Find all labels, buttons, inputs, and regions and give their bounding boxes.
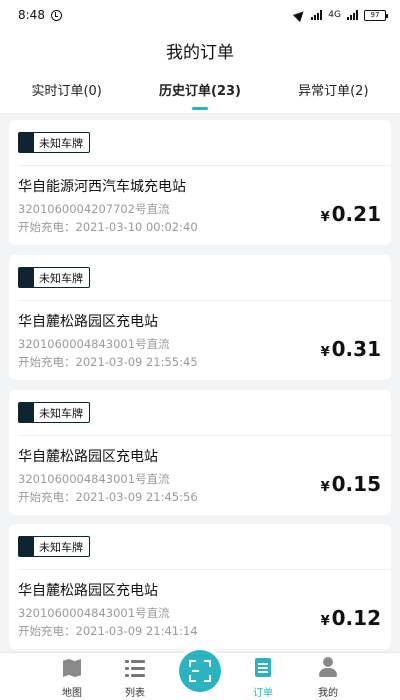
nav-label-list: 列表 <box>125 688 145 699</box>
amount-value: 0.15 <box>331 472 381 496</box>
scan-button[interactable] <box>179 650 221 692</box>
plate-color-swatch <box>19 133 34 152</box>
start-time: 开始充电：2021-03-09 21:41:14 <box>18 624 198 638</box>
pile-code: 3201060004843001号直流 <box>18 472 170 486</box>
order-amount: ¥0.21 <box>321 202 381 226</box>
plate-tag: 未知车牌 <box>18 402 90 423</box>
order-card[interactable]: 未知车牌 华自麓松路园区充电站 3201060004843001号直流 开始充电… <box>9 524 391 649</box>
start-time: 开始充电：2021-03-09 21:55:45 <box>18 355 198 369</box>
currency-symbol: ¥ <box>320 345 330 360</box>
plate-color-swatch <box>19 268 34 287</box>
order-amount: ¥0.12 <box>321 606 381 630</box>
plate-color-swatch <box>19 537 34 556</box>
location-icon <box>293 7 308 23</box>
plate-label: 未知车牌 <box>39 540 83 554</box>
pile-code: 3201060004843001号直流 <box>18 606 170 620</box>
list-icon <box>125 660 145 677</box>
battery-level: 97 <box>370 11 380 19</box>
alarm-icon <box>50 9 62 21</box>
start-time: 开始充电：2021-03-09 21:45:56 <box>18 490 198 504</box>
card-divider <box>18 435 391 436</box>
station-name: 华自麓松路园区充电站 <box>18 314 158 330</box>
tab-realtime-orders[interactable]: 实时订单(0) <box>0 70 133 114</box>
header: 我的订单 <box>0 30 400 70</box>
amount-value: 0.21 <box>331 202 381 226</box>
plate-tag: 未知车牌 <box>18 267 90 288</box>
battery-icon: 97 <box>364 9 388 21</box>
plate-tag: 未知车牌 <box>18 536 90 557</box>
tab-abnormal-orders[interactable]: 异常订单(2) <box>267 70 400 114</box>
order-card[interactable]: 未知车牌 华自麓松路园区充电站 3201060004843001号直流 开始充电… <box>9 390 391 515</box>
amount-value: 0.12 <box>331 606 381 630</box>
nav-item-list[interactable]: 列表 <box>100 653 170 700</box>
page-title: 我的订单 <box>166 42 234 63</box>
order-card[interactable]: 未知车牌 华自能源河西汽车城充电站 3201060004207702号直流 开始… <box>9 120 391 245</box>
start-time: 开始充电：2021-03-10 00:02:40 <box>18 220 198 234</box>
pile-code: 3201060004207702号直流 <box>18 202 170 216</box>
plate-label: 未知车牌 <box>39 271 83 285</box>
card-divider <box>18 569 391 570</box>
nav-label-mine: 我的 <box>318 688 338 699</box>
status-time: 8:48 <box>18 8 45 22</box>
person-icon <box>319 657 337 677</box>
map-icon <box>63 659 81 677</box>
nav-item-map[interactable]: 地图 <box>37 653 107 700</box>
tab-history-orders[interactable]: 历史订单(23) <box>133 70 266 114</box>
plate-label: 未知车牌 <box>39 406 83 420</box>
status-bar: 8:48 4G 97 <box>0 0 400 30</box>
plate-tag: 未知车牌 <box>18 132 90 153</box>
amount-value: 0.31 <box>331 337 381 361</box>
plate-color-swatch <box>19 403 34 422</box>
currency-symbol: ¥ <box>320 480 330 495</box>
nav-item-orders[interactable]: 订单 <box>228 653 298 700</box>
orders-icon <box>255 658 271 677</box>
order-tabs: 实时订单(0) 历史订单(23) 异常订单(2) <box>0 70 400 114</box>
order-amount: ¥0.15 <box>321 472 381 496</box>
card-divider <box>18 165 391 166</box>
nav-item-mine[interactable]: 我的 <box>293 653 363 700</box>
order-list[interactable]: 未知车牌 华自能源河西汽车城充电站 3201060004207702号直流 开始… <box>0 120 400 650</box>
nav-label-map: 地图 <box>62 688 82 699</box>
status-right: 4G 97 <box>293 7 388 23</box>
status-left: 8:48 <box>18 8 62 22</box>
currency-symbol: ¥ <box>320 210 330 225</box>
order-card[interactable]: 未知车牌 华自麓松路园区充电站 3201060004843001号直流 开始充电… <box>9 255 391 380</box>
network-label: 4G <box>328 10 341 20</box>
station-name: 华自能源河西汽车城充电站 <box>18 179 186 195</box>
signal-icon <box>311 10 323 20</box>
pile-code: 3201060004843001号直流 <box>18 337 170 351</box>
currency-symbol: ¥ <box>320 614 330 629</box>
scan-icon <box>189 660 211 682</box>
plate-label: 未知车牌 <box>39 136 83 150</box>
signal-icon-2 <box>347 10 358 20</box>
order-amount: ¥0.31 <box>321 337 381 361</box>
card-divider <box>18 300 391 301</box>
station-name: 华自麓松路园区充电站 <box>18 449 158 465</box>
nav-label-orders: 订单 <box>253 688 273 699</box>
station-name: 华自麓松路园区充电站 <box>18 583 158 599</box>
